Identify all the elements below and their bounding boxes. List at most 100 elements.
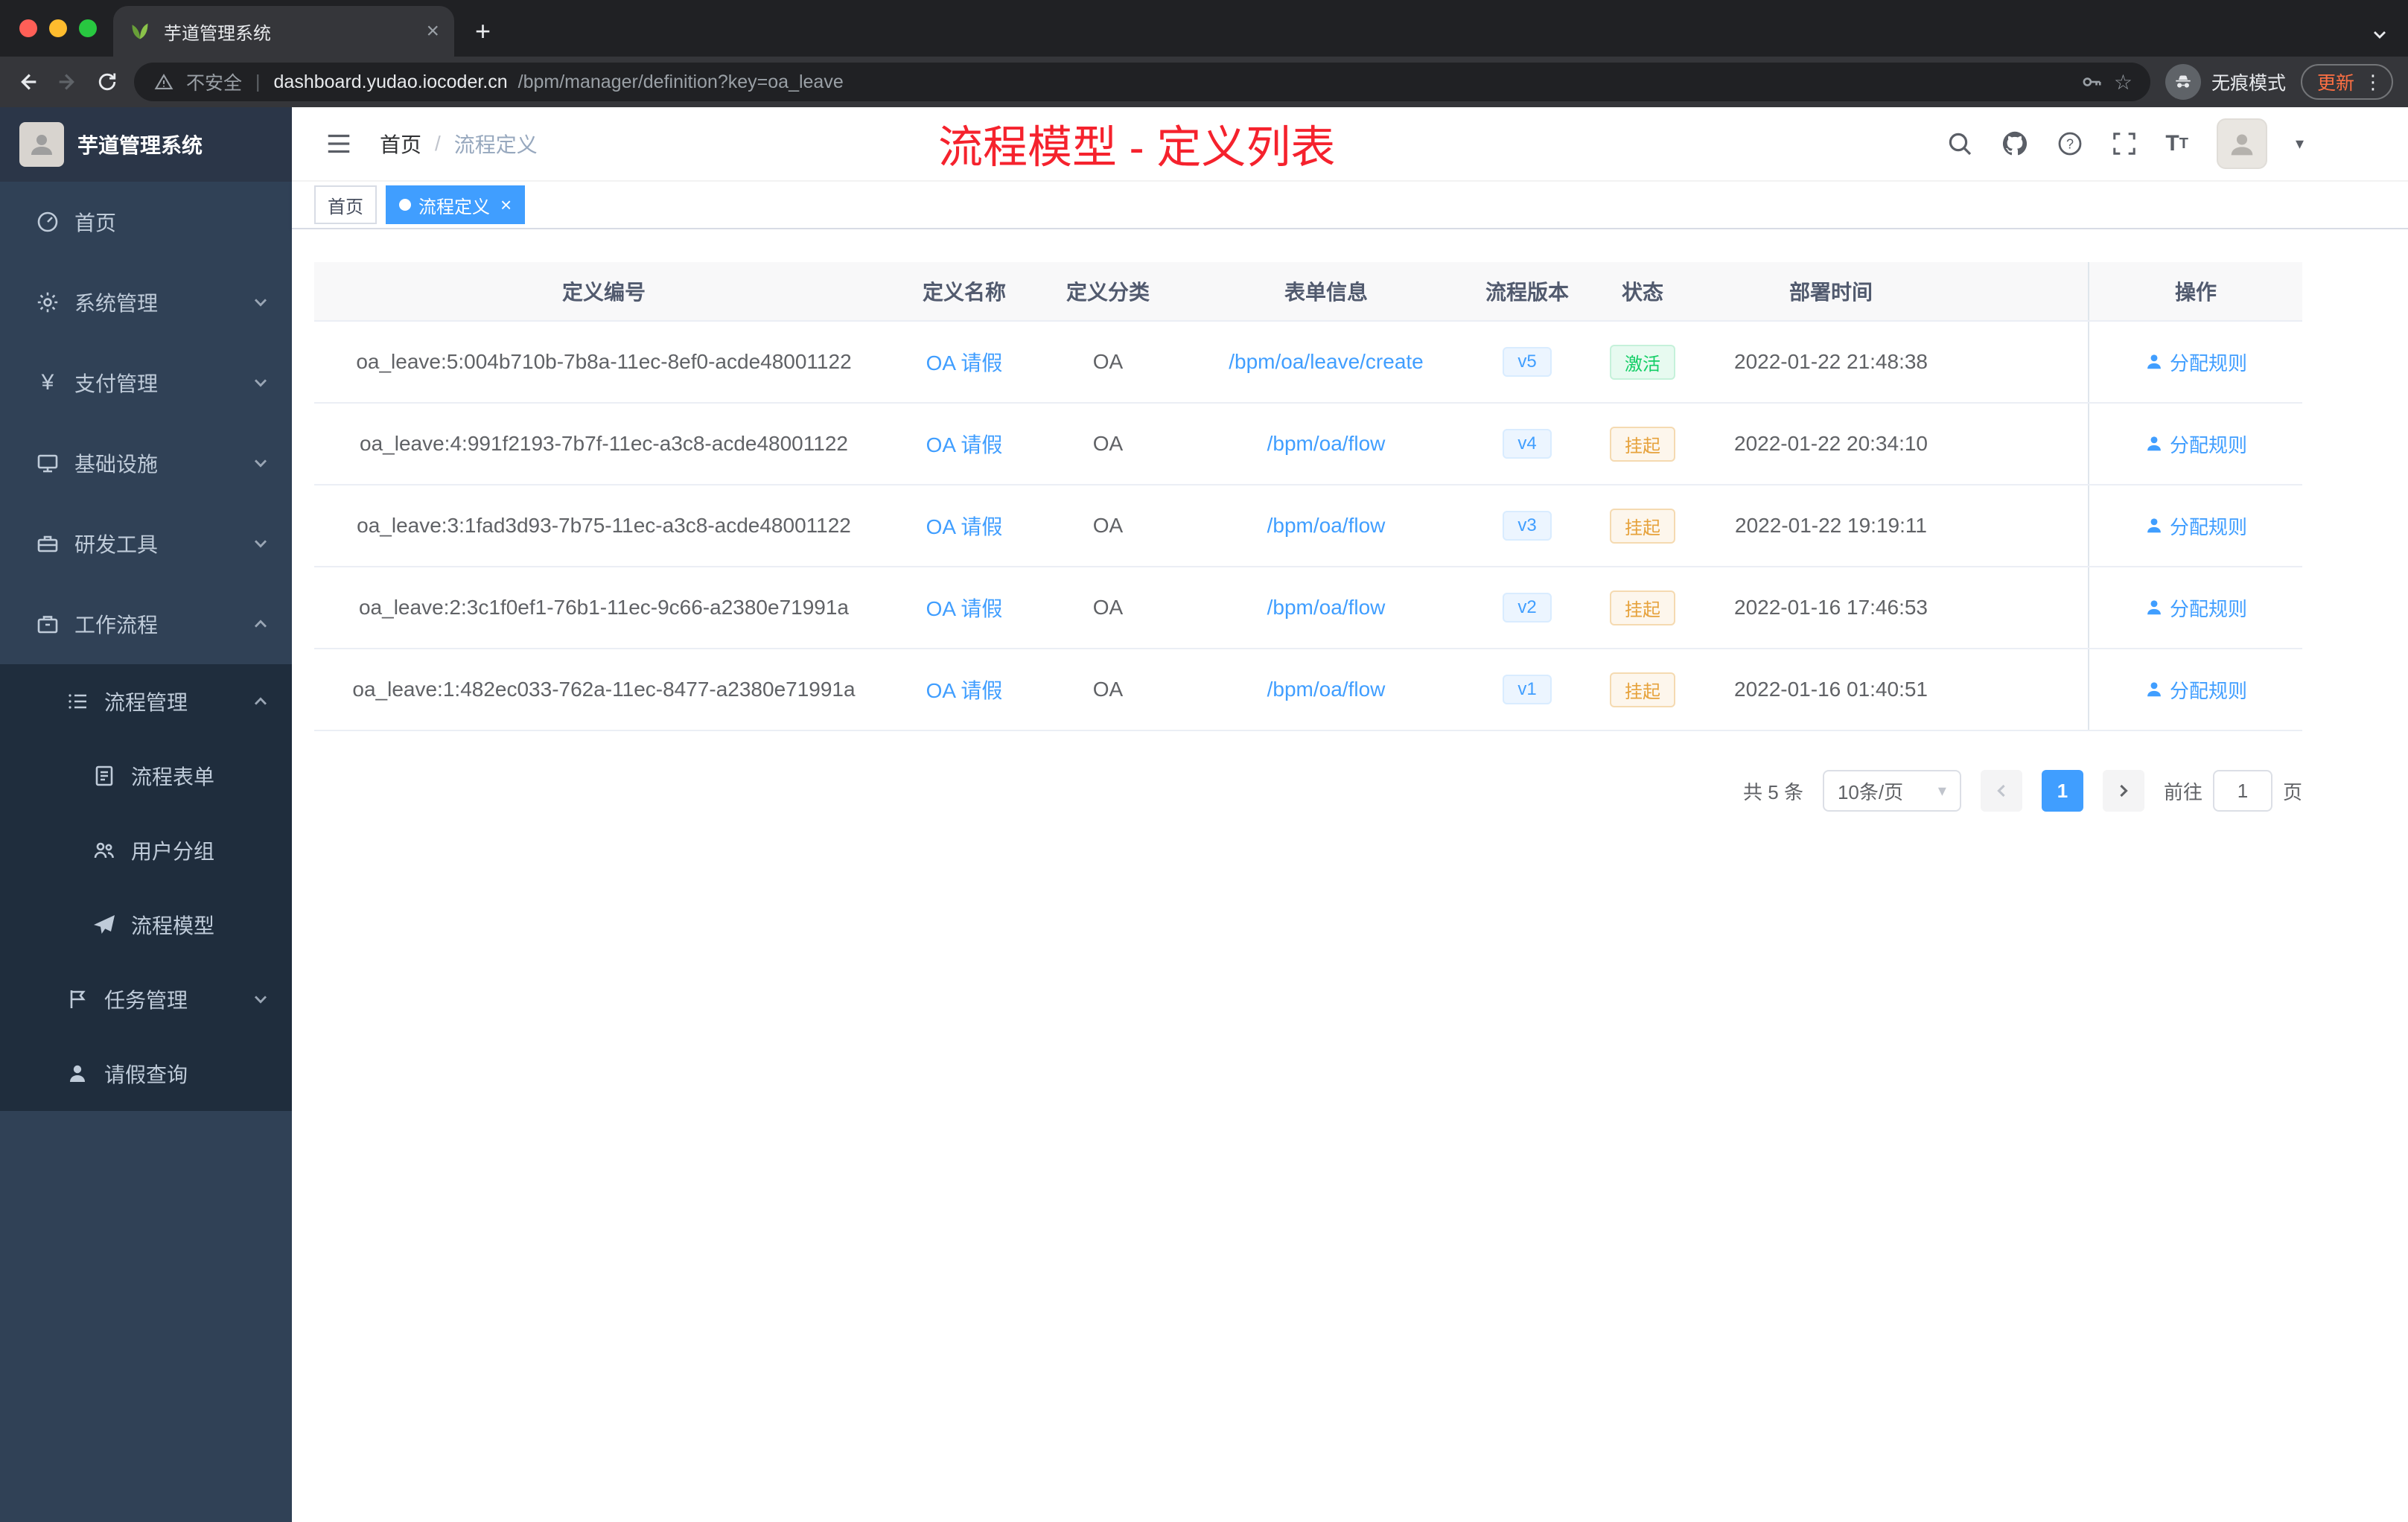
- form-link[interactable]: /bpm/oa/flow: [1267, 432, 1386, 456]
- close-window-button[interactable]: [19, 19, 37, 37]
- tag-close-icon[interactable]: ×: [500, 195, 512, 214]
- chevron-left-icon: [1997, 784, 2005, 797]
- browser-menu-icon[interactable]: ⋮: [2363, 71, 2383, 94]
- sidebar-item-process-form[interactable]: 流程表单: [0, 739, 292, 813]
- sidebar-item-label: 请假查询: [104, 1063, 188, 1086]
- browser-tab[interactable]: 芋道管理系统 ×: [113, 6, 454, 57]
- app-navbar: 首页 / 流程定义 流程模型 - 定义列表 ? T T ▾: [292, 107, 2408, 182]
- breadcrumb-separator: /: [435, 132, 441, 155]
- definition-name-link[interactable]: OA 请假: [926, 347, 1003, 377]
- sidebar-item-label: 研发工具: [74, 533, 159, 556]
- form-link[interactable]: /bpm/oa/leave/create: [1229, 350, 1424, 374]
- logo-avatar: [19, 122, 64, 167]
- back-button[interactable]: [15, 69, 40, 95]
- omnibox-divider: |: [255, 71, 261, 92]
- tab-close-icon[interactable]: ×: [426, 20, 439, 42]
- sidebar-item-task-mgmt[interactable]: 任务管理: [0, 962, 292, 1037]
- maximize-window-button[interactable]: [79, 19, 97, 37]
- password-key-icon[interactable]: [2080, 71, 2103, 93]
- not-secure-warning-icon: [152, 72, 176, 92]
- help-icon[interactable]: ?: [2057, 130, 2083, 157]
- column-header: 状态: [1621, 281, 1663, 304]
- goto-page-group: 前往 页: [2164, 770, 2302, 812]
- definition-id: oa_leave:1:482ec033-762a-11ec-8477-a2380…: [352, 678, 856, 701]
- fullscreen-icon[interactable]: [2112, 131, 2137, 156]
- reload-button[interactable]: [95, 70, 119, 94]
- avatar-caret-icon[interactable]: ▾: [2296, 134, 2304, 153]
- sidebar-item-payment[interactable]: ¥ 支付管理: [0, 343, 292, 423]
- assign-rule-button[interactable]: 分配规则: [2144, 348, 2247, 376]
- goto-page-input[interactable]: [2212, 770, 2272, 812]
- column-header: 定义编号: [561, 281, 646, 304]
- definition-name-link[interactable]: OA 请假: [926, 675, 1003, 704]
- breadcrumb: 首页 / 流程定义: [380, 129, 538, 159]
- deploy-time: 2022-01-22 19:19:11: [1735, 514, 1927, 537]
- navbar-actions: ? TT ▾: [1946, 118, 2304, 169]
- browser-tab-strip: 芋道管理系统 × +: [0, 0, 2408, 57]
- page-number-1[interactable]: 1: [2041, 770, 2083, 812]
- sidebar-item-workflow[interactable]: 工作流程: [0, 584, 292, 664]
- tags-view: 首页 流程定义 ×: [292, 182, 2408, 229]
- chevron-down-icon: [253, 456, 268, 471]
- minimize-window-button[interactable]: [49, 19, 67, 37]
- status-badge: 激活: [1610, 344, 1675, 380]
- search-icon[interactable]: [1946, 130, 1973, 157]
- sidebar-item-process-model[interactable]: 流程模型: [0, 888, 292, 962]
- user-icon: [2147, 518, 2161, 533]
- tag-process-definition[interactable]: 流程定义 ×: [386, 185, 526, 224]
- incognito-label: 无痕模式: [2211, 73, 2286, 94]
- form-link[interactable]: /bpm/oa/flow: [1267, 514, 1386, 538]
- hamburger-icon[interactable]: [313, 130, 365, 158]
- update-label[interactable]: 更新: [2317, 69, 2354, 95]
- sidebar-item-devtools[interactable]: 研发工具: [0, 503, 292, 584]
- prev-page-button[interactable]: [1980, 770, 2022, 812]
- window-controls: [19, 19, 97, 37]
- document-icon: [92, 764, 116, 788]
- dashboard-icon: [36, 210, 60, 234]
- definition-name-link[interactable]: OA 请假: [926, 593, 1003, 623]
- definition-name-link[interactable]: OA 请假: [926, 429, 1003, 459]
- bookmark-star-icon[interactable]: ☆: [2114, 70, 2133, 95]
- tag-home[interactable]: 首页: [314, 185, 377, 224]
- table-row: oa_leave:5:004b710b-7b8a-11ec-8ef0-acde4…: [314, 322, 2302, 404]
- breadcrumb-current: 流程定义: [453, 133, 538, 156]
- sidebar: 芋道管理系统 首页 系统管理 ¥ 支付管理 基础设施 研发工具 工作流程 流程管…: [0, 107, 292, 1522]
- page-size-select[interactable]: 10条/页 ▾: [1822, 770, 1961, 812]
- tab-title: 芋道管理系统: [164, 23, 271, 44]
- tab-search-chevron-icon[interactable]: [2372, 21, 2387, 48]
- github-icon[interactable]: [2001, 130, 2028, 157]
- sidebar-item-user-group[interactable]: 用户分组: [0, 813, 292, 888]
- page-size-value: 10条/页: [1837, 780, 1904, 803]
- assign-rule-button[interactable]: 分配规则: [2144, 512, 2247, 540]
- security-label[interactable]: 不安全: [186, 69, 242, 95]
- browser-update-button[interactable]: 更新 ⋮: [2300, 64, 2393, 100]
- sidebar-item-leave-query[interactable]: 请假查询: [0, 1037, 292, 1111]
- row-spacer: [1960, 404, 2088, 484]
- monitor-icon: [36, 451, 60, 475]
- definition-name-link[interactable]: OA 请假: [926, 511, 1003, 541]
- breadcrumb-home[interactable]: 首页: [380, 129, 421, 159]
- font-size-icon[interactable]: TT: [2165, 131, 2188, 156]
- assign-rule-button[interactable]: 分配规则: [2144, 594, 2247, 622]
- sidebar-item-label: 流程表单: [131, 765, 215, 789]
- next-page-button[interactable]: [2102, 770, 2144, 812]
- form-link[interactable]: /bpm/oa/flow: [1267, 596, 1386, 620]
- incognito-indicator: 无痕模式: [2165, 64, 2286, 100]
- sidebar-item-system[interactable]: 系统管理: [0, 262, 292, 343]
- sidebar-item-label: 流程模型: [131, 914, 215, 937]
- briefcase-icon: [36, 612, 60, 636]
- sidebar-item-infra[interactable]: 基础设施: [0, 423, 292, 503]
- row-spacer: [1960, 649, 2088, 730]
- assign-rule-button[interactable]: 分配规则: [2144, 430, 2247, 458]
- address-bar[interactable]: 不安全 | dashboard.yudao.iocoder.cn/bpm/man…: [134, 63, 2150, 101]
- assign-rule-button[interactable]: 分配规则: [2144, 676, 2247, 704]
- sidebar-logo[interactable]: 芋道管理系统: [0, 107, 292, 182]
- user-icon: [2147, 354, 2161, 369]
- new-tab-button[interactable]: +: [475, 18, 491, 45]
- deploy-time: 2022-01-22 21:48:38: [1734, 350, 1928, 373]
- user-avatar[interactable]: [2216, 118, 2267, 169]
- forward-button[interactable]: [55, 69, 80, 95]
- sidebar-item-process-mgmt[interactable]: 流程管理: [0, 664, 292, 739]
- form-link[interactable]: /bpm/oa/flow: [1267, 678, 1386, 701]
- sidebar-item-home[interactable]: 首页: [0, 182, 292, 262]
